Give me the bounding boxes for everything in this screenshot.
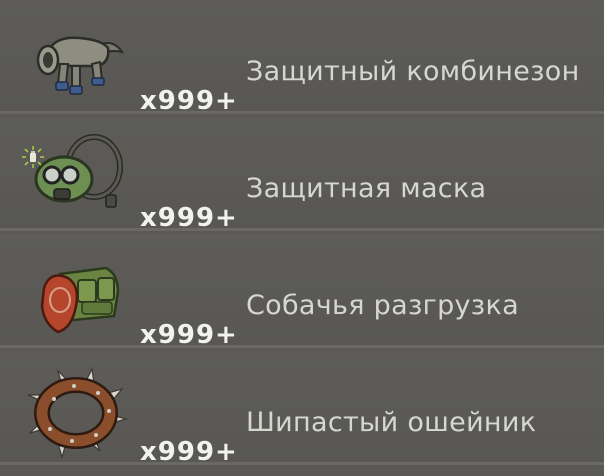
item-list: Защитный комбинезон x999+ Защитная маска… [0, 0, 604, 476]
spiked-collar-icon [14, 351, 134, 463]
list-item[interactable]: Защитный комбинезон x999+ [0, 0, 604, 116]
list-item[interactable]: Собачья разгрузка x999+ [0, 234, 604, 350]
item-name: Защитный комбинезон [246, 56, 580, 87]
new-item-badge-icon [20, 144, 46, 174]
item-name: Шипастый ошейник [246, 407, 537, 438]
list-item[interactable]: Защитная маска x999+ [0, 117, 604, 233]
list-item[interactable]: Шипастый ошейник x999+ [0, 351, 604, 467]
dog-vest-icon [14, 234, 134, 346]
item-quantity: x999+ [140, 203, 238, 233]
item-quantity: x999+ [140, 437, 238, 467]
item-name: Собачья разгрузка [246, 290, 519, 321]
item-name: Защитная маска [246, 173, 487, 204]
item-quantity: x999+ [140, 320, 238, 350]
dog-suit-icon [14, 0, 134, 112]
item-quantity: x999+ [140, 86, 238, 116]
